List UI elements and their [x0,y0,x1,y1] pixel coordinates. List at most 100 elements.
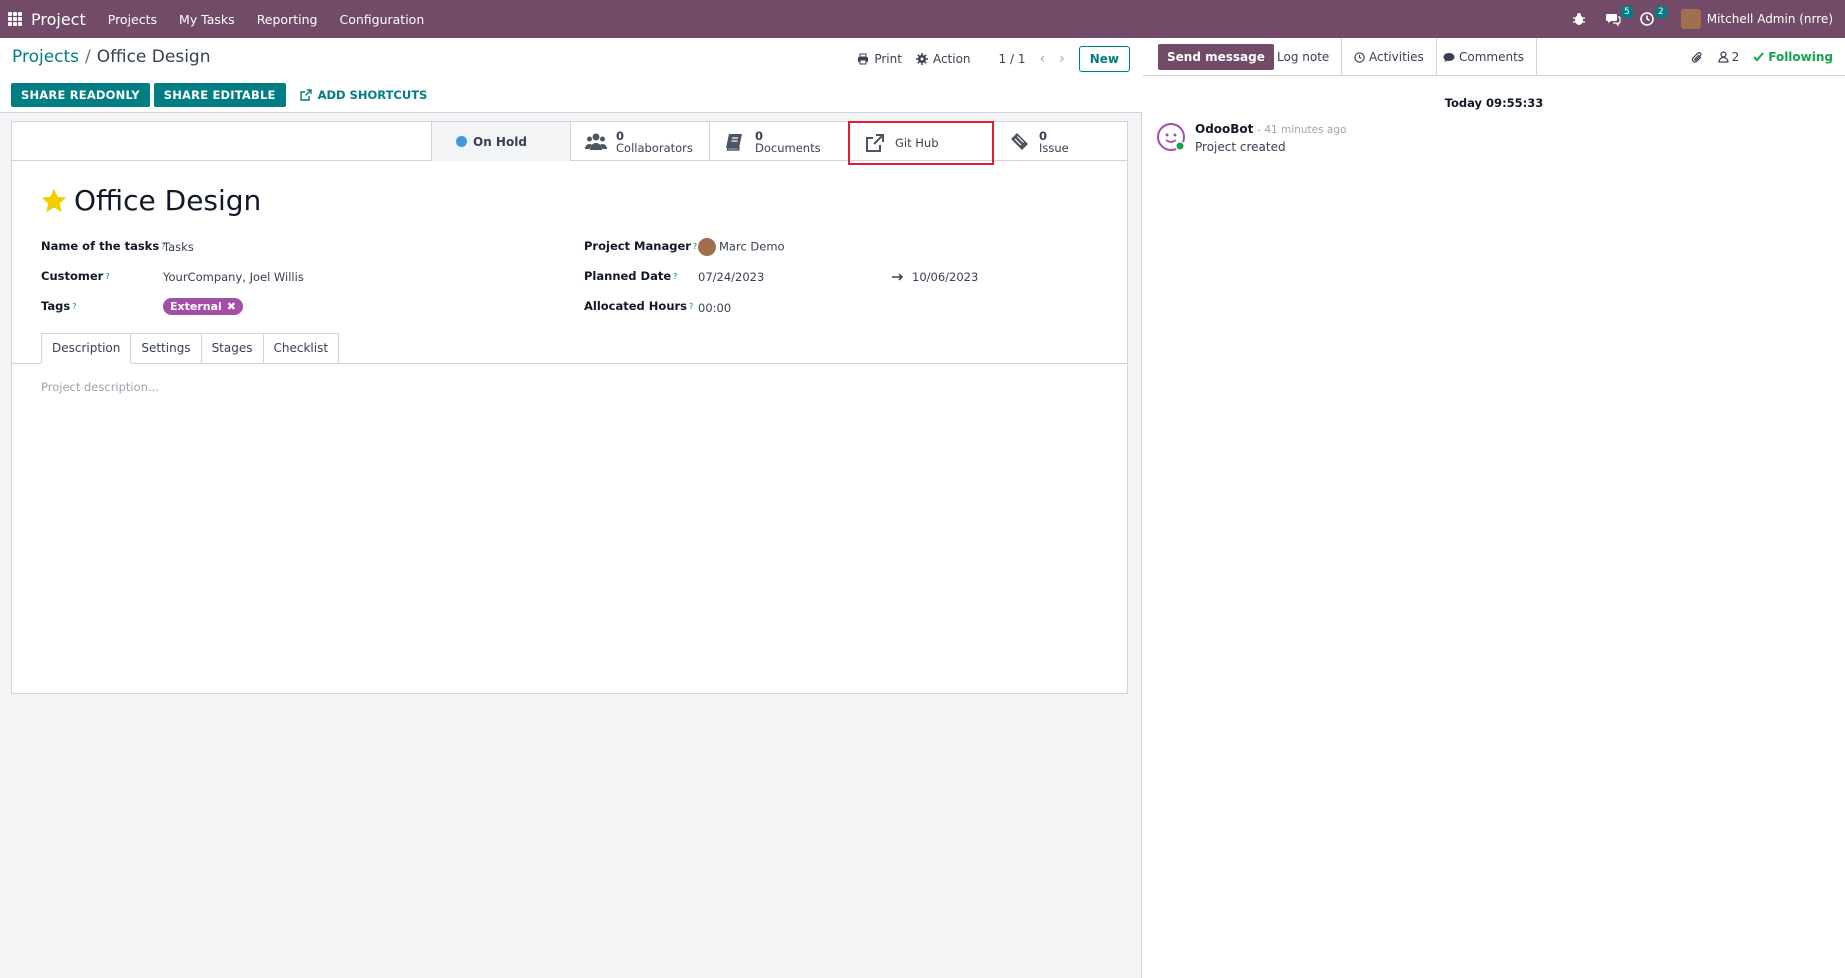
favorite-star-icon[interactable] [40,187,68,215]
collaborators-count: 0 [616,128,625,143]
project-manager-label: Project Manager [584,239,691,253]
smart-button-box: On Hold 0 Collaborators 0 Documents Git … [12,121,1127,165]
menu-my-tasks[interactable]: My Tasks [179,12,235,27]
share-editable-button[interactable]: SHARE EDITABLE [153,83,286,107]
followers-count: 2 [1731,50,1740,64]
control-panel: Projects / Office Design Print Action 1 … [0,38,1142,113]
allocated-hours-label: Allocated Hours [584,299,688,313]
external-link-icon [299,89,312,101]
collaborators-button[interactable]: 0 Collaborators [570,122,709,161]
menu-reporting[interactable]: Reporting [257,12,318,27]
tasks-name-label: Name of the tasks [41,239,160,253]
planned-start-field[interactable]: 07/24/2023 [698,270,764,284]
external-link-icon [866,134,884,152]
tasks-name-field[interactable]: Tasks [163,240,194,254]
top-navbar: Project Projects My Tasks Reporting Conf… [0,0,1845,38]
users-icon [585,133,607,150]
tag-label: External [170,300,222,313]
manager-help-icon[interactable]: ? [693,242,697,251]
pager-next-icon[interactable]: › [1059,51,1065,67]
message-body: Project created [1195,140,1286,154]
gear-icon [915,53,928,65]
user-icon [1717,51,1729,63]
ticket-icon [1011,132,1028,150]
tab-settings[interactable]: Settings [131,333,202,364]
pager-prev-icon[interactable]: ‹ [1040,51,1046,67]
send-message-button[interactable]: Send message [1158,44,1274,70]
tag-badge: External ✖ [163,298,243,315]
bug-icon[interactable] [1571,11,1587,27]
notebook-tabs: Description Settings Stages Checklist [41,333,340,364]
chatter-topbar: Send message Log note Activities Comment… [1143,38,1845,76]
project-title[interactable]: Office Design [74,184,261,217]
planned-date-label: Planned Date [584,269,672,283]
message-time: - 41 minutes ago [1257,124,1347,136]
breadcrumb-current: Office Design [96,47,211,67]
tags-label: Tags [41,299,71,313]
following-button[interactable]: Following [1753,50,1833,64]
planned-end-field[interactable]: 10/06/2023 [912,270,978,284]
manager-avatar [698,238,716,256]
messages-badge: 5 [1621,6,1633,18]
share-readonly-button[interactable]: SHARE READONLY [11,83,150,107]
github-button[interactable]: Git Hub [848,121,994,165]
log-note-button[interactable]: Log note [1265,38,1343,76]
clock-icon [1354,51,1365,63]
new-button[interactable]: New [1078,46,1130,72]
menu-configuration[interactable]: Configuration [339,12,424,27]
status-dot-icon [456,136,467,147]
printer-icon [858,53,869,65]
tags-help-icon[interactable]: ? [72,302,76,311]
print-label: Print [874,52,902,66]
documents-label: Documents [755,140,821,155]
customer-help-icon[interactable]: ? [105,272,109,281]
customer-label: Customer [41,269,104,283]
chatter-message: OdooBot - 41 minutes ago Project created [1156,122,1346,154]
add-shortcuts-button[interactable]: ADD SHORTCUTS [290,83,438,107]
breadcrumb-projects-link[interactable]: Projects [12,47,79,67]
comments-label: Comments [1459,50,1525,64]
tab-description[interactable]: Description [41,333,132,364]
comment-icon [1443,52,1455,62]
form-sheet: On Hold 0 Collaborators 0 Documents Git … [11,121,1128,694]
add-shortcuts-label: ADD SHORTCUTS [317,88,428,102]
status-on-hold-button[interactable]: On Hold [431,122,570,161]
message-author[interactable]: OdooBot [1195,122,1253,136]
issue-button[interactable]: 0 Issue [994,122,1127,161]
documents-button[interactable]: 0 Documents [709,122,848,161]
project-manager-name: Marc Demo [719,239,785,254]
arrow-right-icon [892,273,904,281]
allocated-hours-field[interactable]: 00:00 [698,301,731,315]
issue-label: Issue [1039,140,1069,155]
status-label: On Hold [473,134,527,149]
apps-grid-icon[interactable] [8,12,22,26]
tab-checklist[interactable]: Checklist [263,333,340,364]
paperclip-icon[interactable] [1691,51,1704,64]
activities-label: Activities [1369,50,1424,64]
odoobot-avatar-icon [1157,123,1185,151]
tags-field[interactable]: External ✖ [163,298,243,315]
activities-button[interactable]: Activities [1342,38,1437,76]
user-avatar [1680,9,1701,29]
app-brand[interactable]: Project [31,10,86,29]
menu-projects[interactable]: Projects [108,12,157,27]
action-button[interactable]: Action [915,52,971,66]
customer-field[interactable]: YourCompany, Joel Willis [163,270,304,284]
pager-value[interactable]: 1 / 1 [999,52,1026,66]
tab-stages[interactable]: Stages [201,333,264,364]
user-menu[interactable]: Mitchell Admin (nrre) [1680,9,1833,29]
tag-remove-icon[interactable]: ✖ [227,300,236,313]
hours-help-icon[interactable]: ? [689,302,693,311]
followers-button[interactable]: 2 [1717,50,1740,64]
project-description-editor[interactable]: Project description... [41,380,159,394]
project-manager-field[interactable]: Marc Demo [698,238,785,256]
activities-clock-icon[interactable]: 2 [1639,6,1667,27]
form-area: Projects / Office Design Print Action 1 … [0,38,1142,978]
messages-icon[interactable]: 5 [1605,6,1633,27]
print-button[interactable]: Print [857,52,902,66]
date-separator: Today 09:55:33 [1444,96,1544,110]
documents-count: 0 [755,128,764,143]
github-label: Git Hub [895,136,939,150]
planned-help-icon[interactable]: ? [673,272,677,281]
comments-button[interactable]: Comments [1431,38,1538,76]
